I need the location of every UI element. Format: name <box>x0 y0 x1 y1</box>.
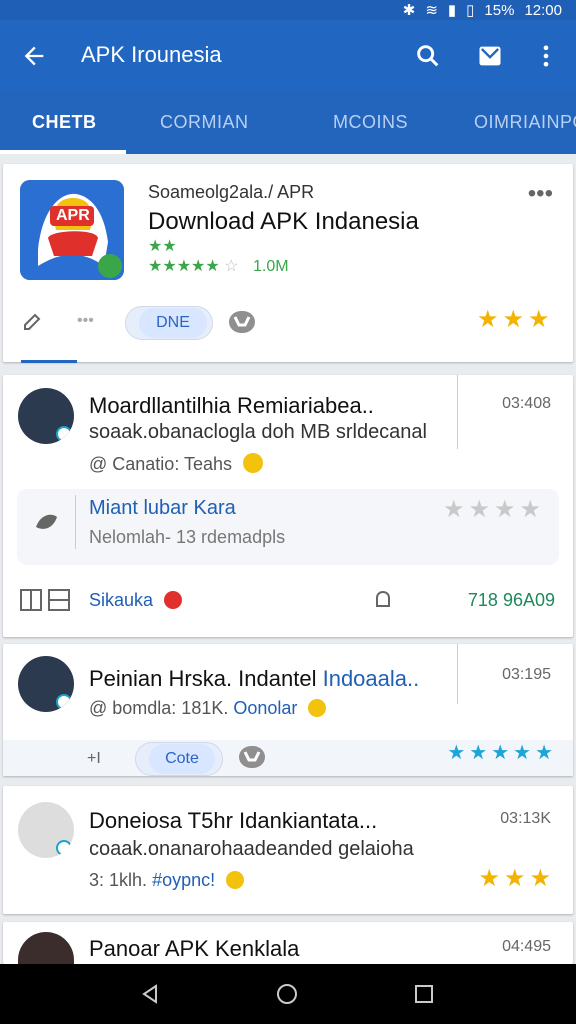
post-subtitle-1: soaak.obanaclogla doh MB srldecanal <box>89 421 427 443</box>
nested-subtitle: Nelomlah- 13 rdemadpls <box>89 527 286 547</box>
clock: 12:00 <box>524 1 562 19</box>
post-meta-3-prefix: 3: 1klh. <box>89 870 148 890</box>
more-vert-icon[interactable] <box>532 42 560 70</box>
battery-percent: 15% <box>484 1 515 19</box>
featured-title: Download APK Indanesia <box>148 208 419 235</box>
toggle-pill-label-2[interactable]: Cote <box>149 744 215 774</box>
rating-stars: ★★★★★ <box>148 258 220 275</box>
tab-chetb[interactable]: CHETB <box>32 112 97 133</box>
signal-icon: ▮ <box>447 2 457 19</box>
amount: 718 96A09 <box>467 590 555 610</box>
featured-overline: Soameolg2ala./ APR <box>148 182 315 202</box>
post-card-1[interactable]: Moardllantilhia Remiariabea.. 03:408 soa… <box>3 375 573 637</box>
post-card-4[interactable]: Panoar APK Kenklala 04:495 <box>3 922 573 964</box>
avatar-2[interactable] <box>18 656 74 712</box>
post-meta-3-link[interactable]: #oypnc! <box>152 870 215 890</box>
post-subtitle-3: coaak.onanarohaadeanded gelaioha <box>89 838 414 860</box>
post-meta-2-text: @ bomdla: 181K. <box>89 698 229 718</box>
verified-badge-icon-2 <box>56 694 72 710</box>
avatar-1[interactable] <box>18 388 74 444</box>
post-time-4: 04:495 <box>502 938 551 955</box>
rating-stars-small: ★★ <box>148 238 177 255</box>
tab-cormian[interactable]: CORMIAN <box>160 112 249 133</box>
battery-icon: ▯ <box>466 2 475 19</box>
divider-v-2 <box>75 495 76 549</box>
post-2-stars: ★★★★★ <box>447 742 557 764</box>
tab-mcoins[interactable]: MCOINS <box>333 112 408 133</box>
post-title-2-link[interactable]: Indoaala.. <box>323 666 420 691</box>
card-active-indicator <box>21 360 77 363</box>
post-meta-2: @ bomdla: 181K. Oonolar <box>89 698 327 719</box>
post-title-2-text: Peinian Hrska. Indantel <box>89 666 317 691</box>
emoji-icon-2 <box>164 591 183 609</box>
post-title-3: Doneiosa T5hr Idankiantata... <box>89 808 378 833</box>
home-nav-icon[interactable] <box>275 982 299 1006</box>
cup-icon[interactable] <box>225 309 259 335</box>
emoji-icon-3 <box>308 699 327 717</box>
tab-bar: CHETB CORMIAN MCOINS OIMRIAINPO <box>0 92 576 154</box>
dots-icon: ••• <box>77 312 94 329</box>
tab-oimriainpo[interactable]: OIMRIAINPO <box>474 112 576 133</box>
nested-card[interactable]: Miant lubar Kara Nelomlah- 13 rdemadpls … <box>17 489 559 565</box>
leaf-icon <box>36 514 57 529</box>
bluetooth-icon: ✱ <box>402 2 416 19</box>
rating-count: 1.0M <box>252 258 289 275</box>
post-meta-1: @ Canatio: Teahs <box>89 453 264 475</box>
post-meta-1-text: @ Canatio: Teahs <box>89 454 233 474</box>
app-icon-text: APR <box>56 207 90 224</box>
post-meta-2-link[interactable]: Oonolar <box>233 698 297 718</box>
post-card-2[interactable]: Peinian Hrska. Indantel Indoaala.. 03:19… <box>3 644 573 776</box>
post-meta-3: 3: 1klh. #oypnc! <box>89 870 245 891</box>
avatar-4[interactable] <box>18 932 74 964</box>
action-label[interactable]: Sikauka <box>89 590 183 611</box>
wifi-icon: ≋ <box>425 2 438 19</box>
bell-icon[interactable] <box>371 588 395 612</box>
post-title-2: Peinian Hrska. Indantel Indoaala.. <box>89 666 419 692</box>
post-time-2: 03:195 <box>502 666 551 683</box>
action-label-text: Sikauka <box>89 590 154 610</box>
toggle-pill-label[interactable]: DNE <box>139 308 207 338</box>
apk-logo-icon <box>20 180 124 280</box>
app-icon[interactable]: APR <box>20 180 124 280</box>
cup-icon-2[interactable] <box>235 744 269 770</box>
recents-nav-icon[interactable] <box>412 982 436 1006</box>
post-card-3[interactable]: Doneiosa T5hr Idankiantata... 03:13K coa… <box>3 786 573 914</box>
post-3-stars: ★★★ <box>478 865 555 892</box>
list-icon[interactable] <box>19 588 43 612</box>
search-icon[interactable] <box>414 42 442 70</box>
post-title-1: Moardllantilhia Remiariabea.. <box>89 393 374 418</box>
nested-stars: ★★★★ <box>442 496 545 523</box>
rating-row: ★★★★★ ☆ 1.0M <box>148 256 289 276</box>
back-nav-icon[interactable] <box>138 982 162 1006</box>
active-tab-indicator <box>0 150 126 154</box>
system-nav-bar <box>0 964 576 1024</box>
post-time-3: 03:13K <box>500 810 551 827</box>
verified-badge-icon <box>56 426 72 442</box>
post-time-1: 03:408 <box>502 395 551 412</box>
post-title-4: Panoar APK Kenklala <box>89 936 300 961</box>
plus-label[interactable]: +I <box>87 750 101 768</box>
emoji-icon <box>243 453 264 473</box>
mail-icon[interactable] <box>476 42 504 70</box>
star-rating: ★★★ <box>477 306 554 333</box>
tag-icon[interactable] <box>21 309 45 333</box>
app-bar: APK Irounesia <box>0 20 576 92</box>
featured-app-card[interactable]: APR Soameolg2ala./ APR Download APK Inda… <box>3 164 573 363</box>
rating-star-empty: ☆ <box>224 258 239 275</box>
verified-badge-icon-3 <box>56 840 72 856</box>
arrow-left-icon[interactable] <box>20 42 48 70</box>
status-bar: ✱ ≋ ▮ ▯ 15% 12:00 <box>0 0 576 20</box>
nested-title: Miant lubar Kara <box>89 497 236 519</box>
emoji-icon-4 <box>226 871 245 889</box>
more-options-icon[interactable]: ••• <box>528 180 553 208</box>
divider-v-1 <box>457 375 458 449</box>
page-title: APK Irounesia <box>81 42 222 67</box>
avatar-3[interactable] <box>18 802 74 858</box>
grid-icon[interactable] <box>47 588 71 612</box>
divider-v-3 <box>457 644 458 704</box>
